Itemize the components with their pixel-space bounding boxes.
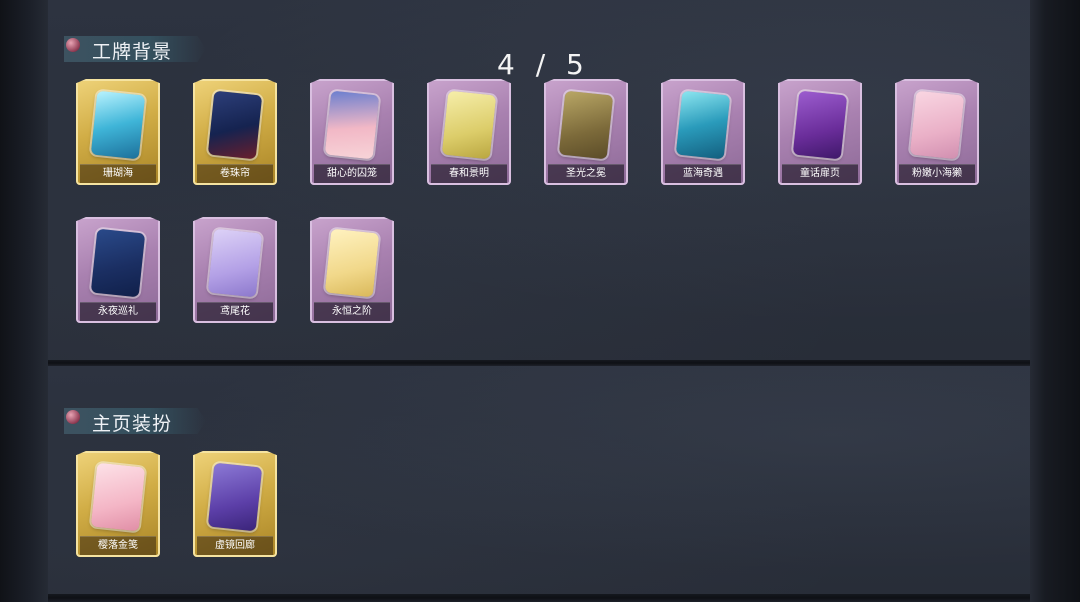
card-name: 甜心的囚笼 xyxy=(314,164,390,183)
cosmetics-screen: 工牌背景 4 / 5 珊瑚海 卷珠帘 甜心的囚笼 春和景明 圣光之冕 蓝海奇遇 … xyxy=(0,0,1080,602)
section-title: 工牌背景 xyxy=(92,41,173,63)
card-name: 珊瑚海 xyxy=(80,164,156,183)
card-blue-sea[interactable]: 蓝海奇遇 xyxy=(661,79,745,185)
blue-sea-icon xyxy=(675,90,731,160)
page-counter: 4 / 5 xyxy=(497,48,590,81)
card-name: 童话扉页 xyxy=(782,164,858,183)
panel-divider-bottom xyxy=(48,594,1030,602)
pearl-curtain-icon xyxy=(207,90,263,160)
card-name: 虚镜回廊 xyxy=(197,536,273,555)
card-pearl-curtain[interactable]: 卷珠帘 xyxy=(193,79,277,185)
section-header-home-decor: 主页装扮 xyxy=(64,408,206,434)
card-name: 永恒之阶 xyxy=(314,302,390,321)
card-name: 永夜巡礼 xyxy=(80,302,156,321)
night-pilgrimage-icon xyxy=(90,228,146,298)
section-title: 主页装扮 xyxy=(92,413,173,435)
eternal-steps-icon xyxy=(324,228,380,298)
card-name: 春和景明 xyxy=(431,164,507,183)
card-name: 蓝海奇遇 xyxy=(665,164,741,183)
sweetheart-cage-icon xyxy=(324,90,380,160)
coral-icon xyxy=(90,90,146,160)
card-spring[interactable]: 春和景明 xyxy=(427,79,511,185)
iris-icon xyxy=(207,228,263,298)
card-name: 圣光之冕 xyxy=(548,164,624,183)
section-header-badge-bg: 工牌背景 xyxy=(64,36,206,62)
fairy-page-icon xyxy=(792,90,848,160)
card-iris[interactable]: 鸢尾花 xyxy=(193,217,277,323)
card-mirror-corridor[interactable]: 虚镜回廊 xyxy=(193,451,277,557)
holy-crown-icon xyxy=(558,90,614,160)
spring-icon xyxy=(441,90,497,160)
right-edge xyxy=(1030,0,1080,602)
card-holy-crown[interactable]: 圣光之冕 xyxy=(544,79,628,185)
card-pink-otter[interactable]: 粉嫩小海獭 xyxy=(895,79,979,185)
card-sakura-letter[interactable]: 樱落金笺 xyxy=(76,451,160,557)
card-sweetheart-cage[interactable]: 甜心的囚笼 xyxy=(310,79,394,185)
mirror-corridor-icon xyxy=(207,462,263,532)
card-name: 樱落金笺 xyxy=(80,536,156,555)
card-name: 卷珠帘 xyxy=(197,164,273,183)
gem-icon xyxy=(66,410,80,424)
left-edge xyxy=(0,0,48,602)
card-eternal-steps[interactable]: 永恒之阶 xyxy=(310,217,394,323)
card-coral-sea[interactable]: 珊瑚海 xyxy=(76,79,160,185)
card-name: 粉嫩小海獭 xyxy=(899,164,975,183)
card-fairy-page[interactable]: 童话扉页 xyxy=(778,79,862,185)
sakura-letter-icon xyxy=(90,462,146,532)
card-name: 鸢尾花 xyxy=(197,302,273,321)
pink-otter-icon xyxy=(909,90,965,160)
gem-icon xyxy=(66,38,80,52)
card-night-pilgrimage[interactable]: 永夜巡礼 xyxy=(76,217,160,323)
